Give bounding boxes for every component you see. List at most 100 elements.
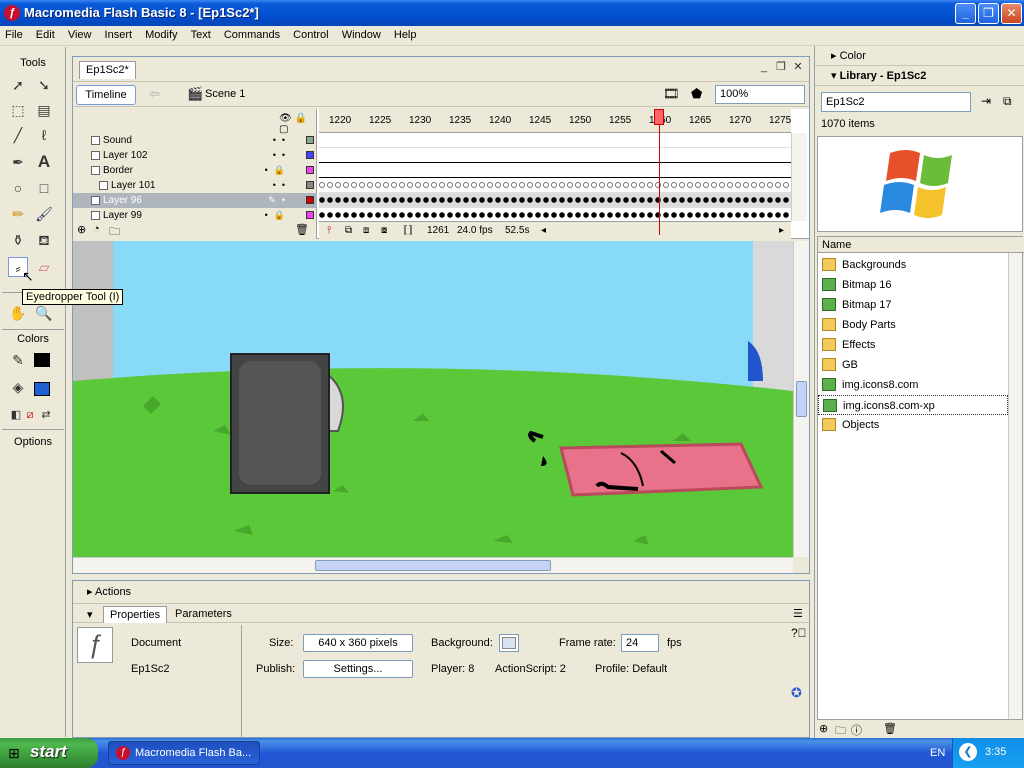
fill-color-swatch[interactable] [34,382,50,396]
taskbar-flash-item[interactable]: Macromedia Flash Ba... [108,741,260,765]
onion-skin-icon[interactable]: ⧉ [345,225,352,236]
playhead-marker[interactable] [654,109,664,125]
pen-tool-icon[interactable]: ✒ [8,152,28,172]
oval-tool-icon[interactable]: ○ [8,178,28,198]
frame-row[interactable] [319,193,791,208]
zoom-tool-icon[interactable]: 🔍 [34,303,54,323]
add-layer-icon[interactable]: ⊕ [77,223,86,236]
doc-close-icon[interactable]: ✕ [791,60,805,74]
scroll-right-icon[interactable]: ▸ [779,225,784,236]
selection-tool-icon[interactable]: ➚ [8,75,28,95]
eraser-tool-icon[interactable]: ▱ [34,257,54,277]
rectangle-tool-icon[interactable]: □ [34,178,54,198]
menu-file[interactable]: File [0,26,28,44]
vscroll-thumb[interactable] [796,381,807,417]
lasso-tool-icon[interactable]: ℓ [34,125,54,145]
doc-restore-icon[interactable]: ❐ [774,60,788,74]
menu-control[interactable]: Control [288,26,333,44]
add-guide-layer-icon[interactable]: ◔ [93,223,100,235]
onion-outline-icon[interactable]: ⧈ [363,225,369,236]
layer-row[interactable]: Layer 99 •🔒 [73,208,317,223]
scene-label[interactable]: Scene 1 [205,88,245,100]
menu-window[interactable]: Window [337,26,386,44]
panel-menu-icon[interactable]: ☰ [793,607,803,620]
layer-row[interactable]: Border •🔒 [73,163,317,178]
layer-row-selected[interactable]: Layer 96 ✎• [73,193,317,208]
library-item[interactable]: Objects [818,415,1008,435]
library-item[interactable]: img.icons8.com [818,375,1008,395]
background-color-picker[interactable] [499,634,519,652]
frame-row[interactable] [319,163,791,178]
library-vscrollbar[interactable] [1008,253,1022,719]
library-item[interactable]: Effects [818,335,1008,355]
back-arrow-icon[interactable]: ⇦ [149,86,160,102]
new-library-panel-icon[interactable]: ⧉ [1003,94,1012,109]
subselection-tool-icon[interactable]: ➘ [34,75,54,95]
minimize-button[interactable]: _ [955,3,976,24]
library-item[interactable]: Bitmap 16 [818,275,1008,295]
stage-canvas[interactable] [73,241,793,557]
layer-row[interactable]: Sound •• [73,133,317,148]
properties-icon[interactable]: ⓘ [851,722,862,738]
delete-item-icon[interactable]: 🗑 [883,722,897,735]
library-item[interactable]: GB [818,355,1008,375]
document-tab[interactable]: Ep1Sc2* [79,61,136,79]
menu-help[interactable]: Help [389,26,422,44]
name-column-header[interactable]: Name [818,237,1024,253]
frames-area[interactable]: 1220 1225 1230 1235 1240 1245 1250 1255 … [319,109,791,239]
paint-bucket-tool-icon[interactable]: ⛾ [34,230,54,250]
settings-button[interactable]: Settings... [303,660,413,678]
tab-parameters[interactable]: Parameters [175,608,232,620]
menu-text[interactable]: Text [186,26,216,44]
free-transform-tool-icon[interactable]: ⬚ [8,100,28,120]
library-item[interactable]: Body Parts [818,315,1008,335]
menu-insert[interactable]: Insert [100,26,138,44]
library-item[interactable]: Backgrounds [818,255,1008,275]
size-button[interactable]: 640 x 360 pixels [303,634,413,652]
layer-row[interactable]: Layer 101 •• [73,178,317,193]
actions-header[interactable]: ▸ Actions [87,585,131,598]
restore-button[interactable]: ❐ [978,3,999,24]
center-frame-icon[interactable]: ⫯ [327,225,331,236]
tab-properties[interactable]: Properties [103,606,168,623]
hscroll-thumb[interactable] [315,560,551,571]
accessibility-icon[interactable]: ✪ [791,685,802,701]
stage-vscrollbar[interactable] [793,241,809,557]
frame-row[interactable] [319,178,791,193]
new-symbol-icon[interactable]: ⊕ [819,722,828,735]
help-icon[interactable]: ?⃝ [791,626,807,640]
gradient-transform-tool-icon[interactable]: ▤ [34,100,54,120]
edit-multiple-frames-icon[interactable]: ⧇ [381,225,387,236]
menu-edit[interactable]: Edit [31,26,60,44]
library-item[interactable]: Bitmap 17 [818,295,1008,315]
swap-colors-icon[interactable]: ⇄ [36,405,56,425]
stroke-color-swatch[interactable] [34,353,50,367]
timeline-vscrollbar[interactable] [791,133,807,221]
menu-modify[interactable]: Modify [140,26,182,44]
library-select[interactable]: Ep1Sc2 [821,92,971,112]
scroll-left-icon[interactable]: ◂ [541,225,546,236]
library-item-selected[interactable]: img.icons8.com-xp [818,395,1008,415]
line-tool-icon[interactable]: ╱ [8,125,28,145]
layer-row[interactable]: Layer 102 •• [73,148,317,163]
pencil-tool-icon[interactable]: ✏ [8,204,28,224]
hand-tool-icon[interactable]: ✋ [8,303,28,323]
menu-commands[interactable]: Commands [219,26,285,44]
menu-view[interactable]: View [63,26,97,44]
language-indicator[interactable]: EN [930,747,945,759]
tray-arrow-icon[interactable]: ❮ [959,743,977,761]
zoom-select[interactable]: 100% [715,85,805,104]
add-folder-icon[interactable]: 🗀 [109,223,120,242]
timeline-button[interactable]: Timeline [76,85,136,105]
doc-minimize-icon[interactable]: _ [757,60,771,74]
pin-library-icon[interactable]: ⇥ [981,94,991,108]
frame-row[interactable] [319,133,791,148]
frame-row[interactable] [319,148,791,163]
library-panel-header[interactable]: ▾ Library - Ep1Sc2 [815,66,1024,86]
framerate-input[interactable]: 24 [621,634,659,652]
stage-hscrollbar[interactable] [73,557,793,573]
ink-bottle-tool-icon[interactable]: ⚱ [8,230,28,250]
text-tool-icon[interactable]: A [34,152,54,172]
color-panel-header[interactable]: ▸ Color [815,46,1024,66]
edit-symbols-icon[interactable]: ⬟ [691,86,702,102]
